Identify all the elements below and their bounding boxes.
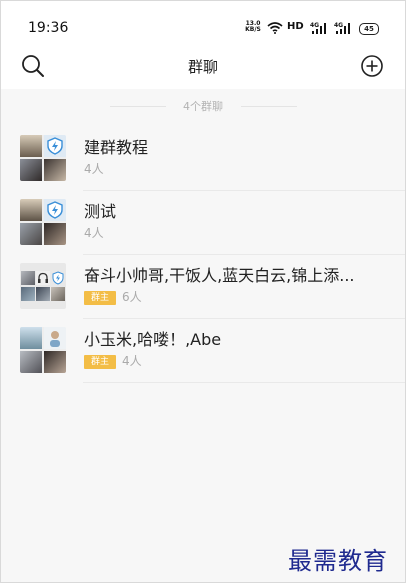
group-count-row: 4个群聊	[1, 95, 405, 119]
group-members: 4人	[84, 224, 104, 241]
network-speed-unit: KB/S	[245, 26, 261, 33]
owner-badge: 群主	[84, 291, 116, 305]
group-members: 4人	[84, 160, 104, 177]
group-name: 奋斗小帅哥,干饭人,蓝天白云,锦上添...	[84, 266, 355, 285]
plus-circle-icon[interactable]	[359, 53, 385, 79]
signal-icon: 4G	[334, 22, 350, 34]
network-speed: 13.0 KB/S	[243, 21, 263, 33]
page-title: 群聊	[187, 58, 218, 76]
signal-icon: 4G	[310, 22, 326, 34]
divider	[241, 106, 297, 107]
screen: 19:36 13.0 KB/S HD 4G 4G 45 群聊 4个群聊 建群教程…	[0, 0, 406, 583]
person-icon	[50, 331, 60, 347]
status-bar: 19:36 13.0 KB/S HD 4G 4G 45	[1, 1, 405, 45]
group-avatar	[20, 327, 66, 373]
divider	[83, 318, 405, 319]
group-members: 群主 6人	[84, 288, 142, 305]
headphones-icon	[38, 272, 48, 283]
member-count: 4人	[84, 162, 104, 176]
group-count: 4个群聊	[183, 100, 223, 113]
hd-indicator: HD	[287, 21, 304, 32]
status-time: 19:36	[28, 20, 69, 36]
group-avatar	[20, 263, 66, 309]
group-list-item[interactable]: 奋斗小帅哥,干饭人,蓝天白云,锦上添... 群主 6人	[1, 257, 405, 319]
group-name: 小玉米,哈喽！,Abe	[84, 330, 222, 349]
group-list-item[interactable]: 测试 4人	[1, 193, 405, 255]
battery-icon: 45	[359, 23, 379, 35]
member-count: 4人	[84, 226, 104, 240]
group-name: 测试	[84, 202, 117, 221]
member-count: 6人	[122, 290, 142, 304]
shield-bolt-icon	[47, 137, 63, 155]
wifi-icon	[267, 22, 283, 34]
divider	[83, 190, 405, 191]
member-count: 4人	[122, 354, 142, 368]
group-name: 建群教程	[84, 138, 149, 157]
divider	[83, 382, 405, 383]
watermark: 最需教育	[288, 547, 388, 575]
group-list-item[interactable]: 小玉米,哈喽！,Abe 群主 4人	[1, 321, 405, 383]
owner-badge: 群主	[84, 355, 116, 369]
signal-1-label: 4G	[310, 22, 319, 29]
group-members: 群主 4人	[84, 352, 142, 369]
group-list-item[interactable]: 建群教程 4人	[1, 129, 405, 191]
divider	[83, 254, 405, 255]
signal-2-label: 4G	[334, 22, 343, 29]
shield-bolt-icon	[52, 271, 64, 285]
group-avatar	[20, 135, 66, 181]
shield-bolt-icon	[47, 201, 63, 219]
nav-header: 群聊	[1, 45, 405, 89]
group-avatar	[20, 199, 66, 245]
